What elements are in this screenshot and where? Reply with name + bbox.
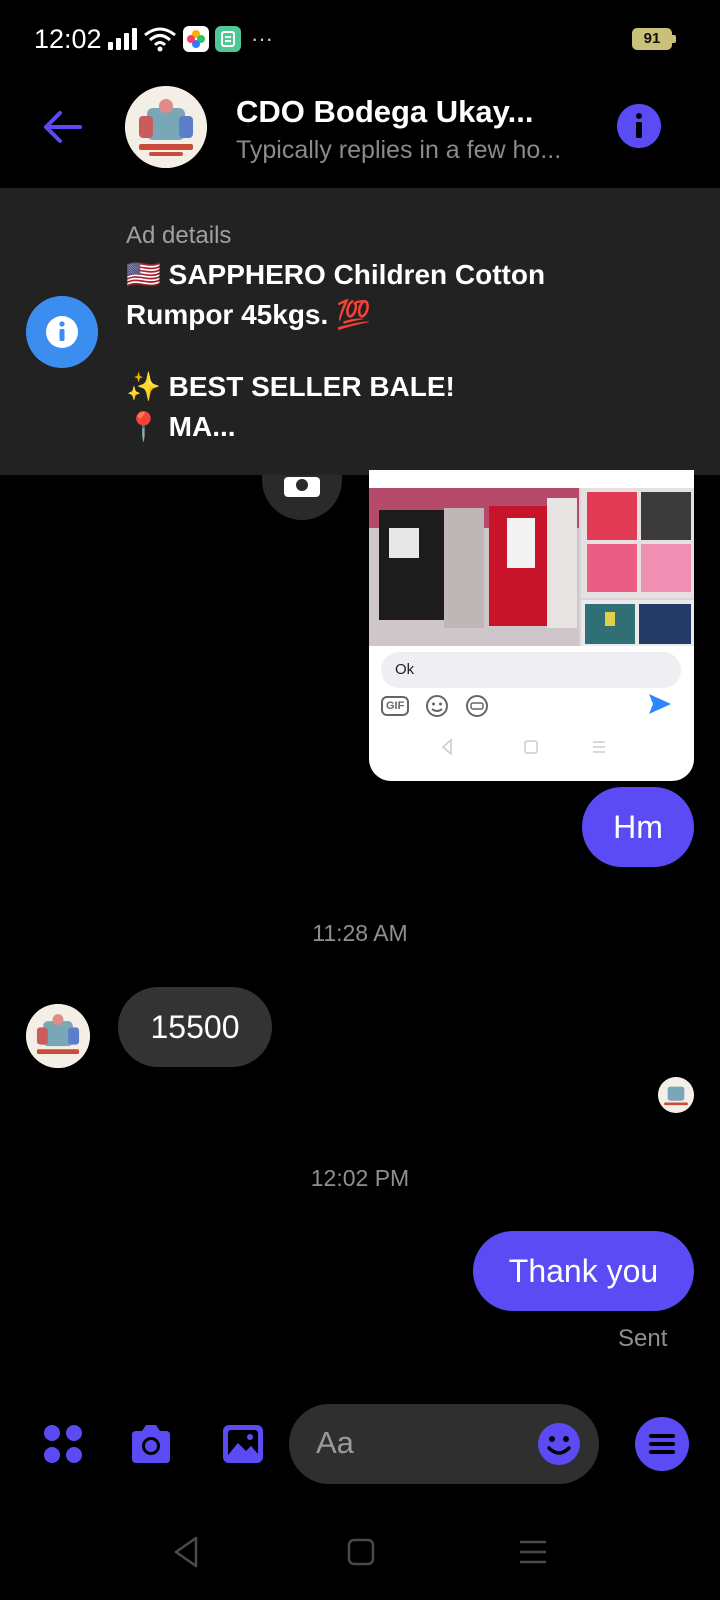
incoming-message[interactable]: 15500 <box>118 987 272 1067</box>
status-time: 12:02 <box>34 24 102 54</box>
gallery-icon[interactable] <box>220 1421 266 1467</box>
reply-time-subtitle: Typically replies in a few ho... <box>236 136 562 164</box>
shared-screenshot-image[interactable]: Ok GIF <box>369 470 694 781</box>
more-actions-icon[interactable] <box>40 1421 86 1467</box>
ad-text-line-3: ✨ BEST SELLER BALE! <box>126 371 455 402</box>
ad-text-line-2: Rumpor 45kgs. 💯 <box>126 299 371 330</box>
save-image-button[interactable] <box>262 475 342 520</box>
nav-recents-icon[interactable] <box>518 1537 548 1567</box>
ad-text-line-4: 📍 MA... <box>126 411 236 442</box>
status-bar: 12:02 ··· 91 <box>0 0 720 80</box>
ad-text-line-1: 🇺🇸 SAPPHERO Children Cotton <box>126 259 546 290</box>
back-arrow-icon[interactable] <box>40 105 84 149</box>
camera-icon[interactable] <box>128 1421 174 1467</box>
menu-icon[interactable] <box>634 1416 690 1472</box>
info-icon[interactable] <box>617 104 661 148</box>
nav-home-icon[interactable] <box>346 1537 376 1567</box>
battery-icon: 91 <box>632 28 672 50</box>
page-avatar[interactable] <box>125 86 207 168</box>
clothes-photo-grid <box>369 488 694 646</box>
page-title: CDO Bodega Ukay... <box>236 94 534 129</box>
screenshot-composer-icons: GIF <box>381 694 489 718</box>
screenshot-input-text: Ok <box>381 652 681 688</box>
ad-details-panel[interactable] <box>0 188 720 475</box>
camera-icon <box>284 477 320 497</box>
sender-avatar[interactable] <box>26 1004 90 1068</box>
send-arrow-icon <box>649 694 671 714</box>
ad-details-label: Ad details <box>126 222 232 249</box>
message-input-placeholder: Aa <box>316 1425 354 1460</box>
timestamp: 11:28 AM <box>312 920 408 946</box>
message-status: Sent <box>618 1325 668 1352</box>
sticker-icon <box>466 695 489 717</box>
gif-icon: GIF <box>381 696 410 716</box>
emoji-icon[interactable] <box>536 1421 582 1467</box>
seen-avatar <box>658 1077 694 1113</box>
battery-tip <box>672 35 676 43</box>
status-icons: ··· <box>108 24 273 54</box>
app-notification-icon <box>215 26 241 52</box>
outgoing-message[interactable]: Thank you <box>473 1231 694 1311</box>
timestamp: 12:02 PM <box>310 1165 410 1191</box>
ad-info-icon <box>26 296 98 368</box>
wifi-icon <box>144 27 176 52</box>
nav-back-icon[interactable] <box>170 1535 204 1569</box>
emoji-icon <box>426 695 449 717</box>
signal-icon <box>108 28 137 50</box>
photos-app-icon <box>183 26 209 52</box>
more-notifications-icon: ··· <box>251 26 273 51</box>
outgoing-message[interactable]: Hm <box>582 787 694 867</box>
screenshot-nav-bar <box>369 732 694 762</box>
